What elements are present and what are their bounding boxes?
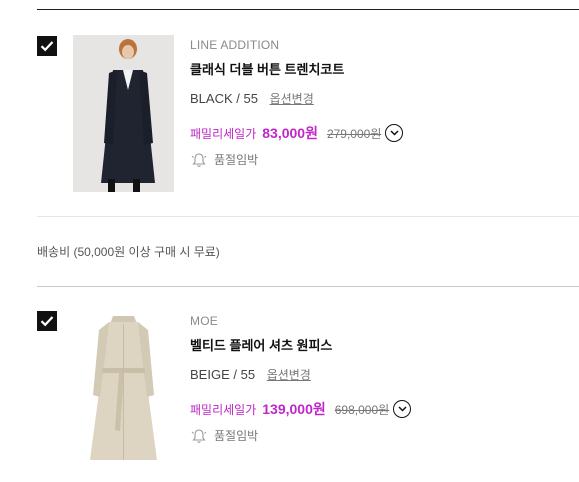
price-row: 패밀리세일가 83,000원 279,000원 xyxy=(190,122,404,144)
option-change-link[interactable]: 옵션변경 xyxy=(270,92,314,106)
bell-alert-icon xyxy=(191,152,207,167)
product-option: BLACK / 55 옵션변경 xyxy=(190,91,314,106)
stock-status: 품절임박 xyxy=(190,151,258,168)
sale-price: 83,000원 xyxy=(262,125,318,141)
option-size: 55 xyxy=(240,367,256,382)
section-divider xyxy=(37,286,579,287)
price-label: 패밀리세일가 xyxy=(190,402,257,417)
option-size: 55 xyxy=(243,91,258,106)
chevron-down-icon[interactable] xyxy=(385,124,404,142)
price-row: 패밀리세일가 139,000원 698,000원 xyxy=(190,398,412,420)
top-divider xyxy=(37,9,579,10)
black-trench-coat-image xyxy=(73,35,174,192)
beige-shirt-dress-image xyxy=(73,310,174,467)
product-brand: LINE ADDITION xyxy=(190,38,280,52)
product-brand: MOE xyxy=(190,314,218,328)
product-image[interactable] xyxy=(73,310,174,467)
item-divider xyxy=(37,216,579,217)
shipping-note: 배송비 (50,000원 이상 구매 시 무료) xyxy=(37,245,220,259)
product-image[interactable] xyxy=(73,35,174,192)
original-price: 698,000원 xyxy=(334,402,390,417)
sale-price: 139,000원 xyxy=(262,401,326,417)
option-color: BEIGE xyxy=(190,367,230,382)
stock-status-text: 품절임박 xyxy=(214,153,259,167)
stock-status: 품절임박 xyxy=(190,427,258,444)
product-name[interactable]: 벨티드 플레어 셔츠 원피스 xyxy=(190,335,332,354)
item-checkbox[interactable] xyxy=(37,36,57,56)
product-name[interactable]: 클래식 더블 버튼 트렌치코트 xyxy=(190,59,344,78)
chevron-down-icon[interactable] xyxy=(393,400,412,418)
price-label: 패밀리세일가 xyxy=(190,126,257,141)
check-icon xyxy=(40,41,54,52)
product-option: BEIGE / 55 옵션변경 xyxy=(190,367,311,382)
option-change-link[interactable]: 옵션변경 xyxy=(267,368,311,382)
option-color: BLACK xyxy=(190,91,233,106)
item-checkbox[interactable] xyxy=(37,311,57,331)
original-price: 279,000원 xyxy=(326,126,382,141)
bell-alert-icon xyxy=(191,428,207,443)
check-icon xyxy=(40,316,54,327)
stock-status-text: 품절임박 xyxy=(214,429,259,443)
